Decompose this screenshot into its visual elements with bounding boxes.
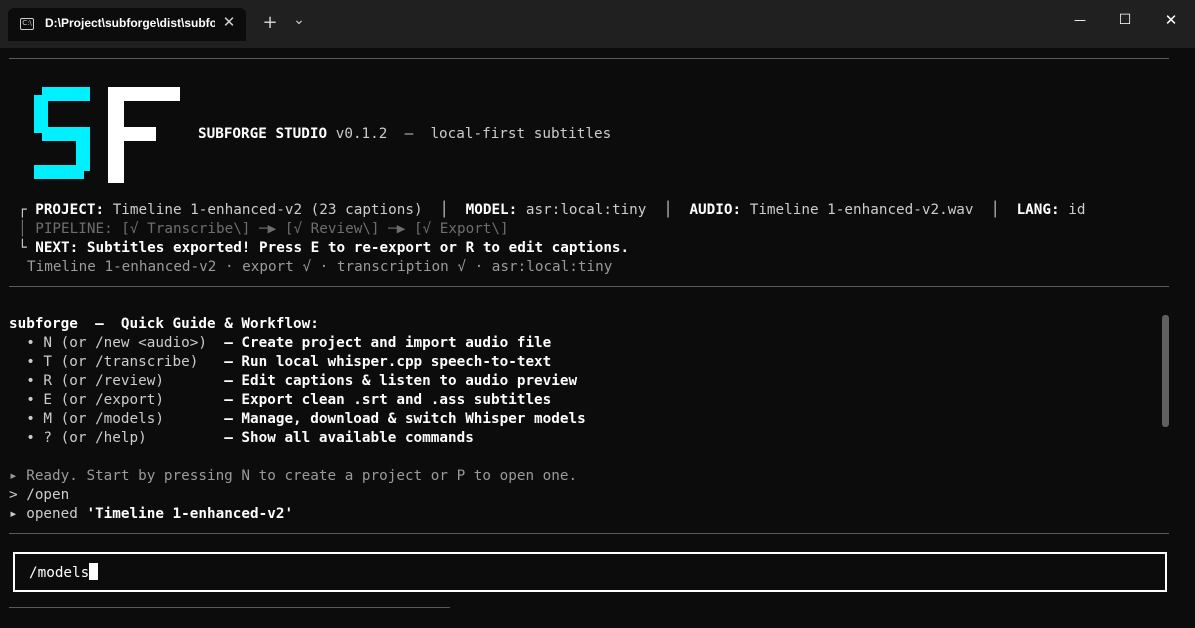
title-bar: C:\ D:\Project\subforge\dist\subforge.ex…	[0, 0, 1195, 48]
tab-close-icon[interactable]: ✕	[218, 11, 240, 33]
app-header: SUBFORGE STUDIO v0.1.2 — local-first sub…	[198, 126, 612, 142]
guide-item: • N (or /new <audio>) — Create project a…	[9, 335, 552, 351]
status-project-line: ┌ PROJECT: Timeline 1-enhanced-v2 (23 ca…	[18, 202, 1086, 218]
guide-item: • R (or /review) — Edit captions & liste…	[9, 373, 578, 389]
guide-item: • T (or /transcribe) — Run local whisper…	[9, 354, 552, 370]
status-next-line: └ NEXT: Subtitles exported! Press E to r…	[18, 240, 630, 256]
command-input[interactable]: /models	[13, 552, 1167, 592]
close-window-button[interactable]: ✕	[1148, 0, 1194, 40]
status-pipeline-line: │ PIPELINE: [√ Transcribe\] ─▶ [√ Review…	[18, 221, 509, 237]
new-tab-button[interactable]: +	[262, 13, 278, 33]
terminal-tab[interactable]: C:\ D:\Project\subforge\dist\subforge.ex…	[8, 8, 246, 41]
text-cursor	[89, 563, 99, 580]
lower-separator	[9, 533, 1169, 534]
top-separator	[9, 58, 1169, 59]
maximize-button[interactable]: ☐	[1102, 0, 1148, 40]
sf-logo	[34, 87, 180, 183]
scrollbar[interactable]	[1162, 315, 1169, 427]
guide-item: • ? (or /help) — Show all available comm…	[9, 430, 474, 446]
terminal-icon: C:\	[20, 18, 34, 30]
guide-title: subforge — Quick Guide & Workflow:	[9, 316, 319, 332]
guide-item: • M (or /models) — Manage, download & sw…	[9, 411, 586, 427]
middle-separator	[9, 286, 1169, 287]
chevron-down-icon[interactable]: ⌄	[291, 10, 307, 30]
bottom-separator	[9, 607, 450, 608]
guide-item: • E (or /export) — Export clean .srt and…	[9, 392, 552, 408]
command-input-value: /models	[29, 565, 90, 581]
log-opened-line: ▸ opened 'Timeline 1-enhanced-v2'	[9, 506, 294, 522]
minimize-button[interactable]: —	[1057, 0, 1103, 40]
status-summary: Timeline 1-enhanced-v2 · export √ · tran…	[27, 259, 613, 275]
log-command-line: > /open	[9, 487, 70, 503]
tab-title: D:\Project\subforge\dist\subforge.exe	[45, 16, 215, 30]
log-ready-line: ▸ Ready. Start by pressing N to create a…	[9, 468, 578, 484]
